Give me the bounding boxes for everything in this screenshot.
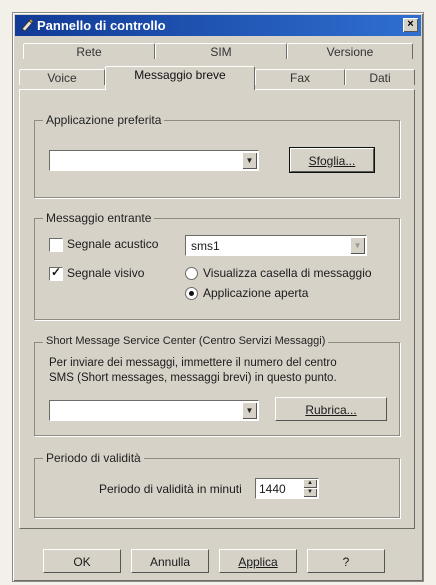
- control-panel-window: Pannello di controllo × Rete SIM Version…: [12, 12, 424, 582]
- tab-versione[interactable]: Versione: [287, 43, 413, 59]
- group-applicazione-preferita: Applicazione preferita ▼ Sfoglia...: [34, 113, 400, 198]
- address-book-button[interactable]: Rubrica...: [275, 397, 387, 421]
- chevron-down-icon[interactable]: ▼: [242, 402, 257, 419]
- checkmark-icon: ✓: [51, 265, 62, 279]
- radio-label-show-message-box[interactable]: Visualizza casella di messaggio: [203, 266, 372, 280]
- radio-selected-dot: [189, 291, 194, 296]
- tab-voice[interactable]: Voice: [19, 69, 105, 85]
- title-bar[interactable]: Pannello di controllo ×: [15, 15, 421, 36]
- group-legend: Periodo di validità: [43, 451, 144, 465]
- radio-show-message-box[interactable]: [185, 267, 198, 280]
- apply-button[interactable]: Applica: [219, 549, 297, 573]
- group-periodo-validita: Periodo di validità Periodo di validità …: [34, 451, 400, 518]
- sound-combo[interactable]: sms1 ▼: [185, 235, 367, 256]
- group-smsc: Short Message Service Center (Centro Ser…: [34, 335, 400, 436]
- tab-panel-messaggio-breve: Applicazione preferita ▼ Sfoglia... Mess…: [19, 89, 415, 529]
- spin-down-icon[interactable]: ▼: [303, 488, 317, 497]
- tab-sim[interactable]: SIM: [155, 43, 287, 59]
- group-legend: Applicazione preferita: [43, 113, 165, 127]
- acoustic-signal-label[interactable]: Segnale acustico: [67, 237, 158, 251]
- browse-button[interactable]: Sfoglia...: [289, 147, 375, 173]
- smsc-instructions-line1: Per inviare dei messaggi, immettere il n…: [49, 357, 337, 369]
- radio-label-open-application[interactable]: Applicazione aperta: [203, 286, 308, 300]
- tab-messaggio-breve[interactable]: Messaggio breve: [105, 66, 255, 90]
- radio-open-application[interactable]: [185, 287, 198, 300]
- control-panel-icon: [21, 18, 34, 32]
- validity-period-spinner[interactable]: 1440 ▲ ▼: [255, 478, 319, 499]
- tab-row-back: Rete SIM Versione: [13, 43, 423, 60]
- tab-fax[interactable]: Fax: [255, 69, 345, 85]
- group-legend: Short Message Service Center (Centro Ser…: [43, 335, 329, 347]
- smsc-number-combo[interactable]: ▼: [49, 400, 259, 421]
- tab-dati[interactable]: Dati: [345, 69, 415, 85]
- cancel-button[interactable]: Annulla: [131, 549, 209, 573]
- acoustic-signal-checkbox[interactable]: [49, 238, 63, 252]
- window-title: Pannello di controllo: [37, 18, 166, 33]
- preferred-application-combo[interactable]: ▼: [49, 150, 259, 171]
- validity-period-label: Periodo di validità in minuti: [99, 482, 242, 496]
- chevron-down-icon[interactable]: ▼: [350, 237, 365, 254]
- visual-signal-label[interactable]: Segnale visivo: [67, 266, 144, 280]
- close-button[interactable]: ×: [403, 18, 418, 32]
- ok-button[interactable]: OK: [43, 549, 121, 573]
- group-legend: Messaggio entrante: [43, 211, 155, 225]
- smsc-instructions-line2: SMS (Short messages, messaggi brevi) in …: [49, 372, 337, 384]
- spin-up-icon[interactable]: ▲: [303, 479, 317, 488]
- visual-signal-checkbox[interactable]: ✓: [49, 265, 63, 281]
- tab-rete[interactable]: Rete: [23, 43, 155, 59]
- group-messaggio-entrante: Messaggio entrante Segnale acustico sms1…: [34, 211, 400, 320]
- chevron-down-icon[interactable]: ▼: [242, 152, 257, 169]
- tab-row-front: Voice Messaggio breve Fax Dati: [13, 61, 423, 90]
- help-button[interactable]: ?: [307, 549, 385, 573]
